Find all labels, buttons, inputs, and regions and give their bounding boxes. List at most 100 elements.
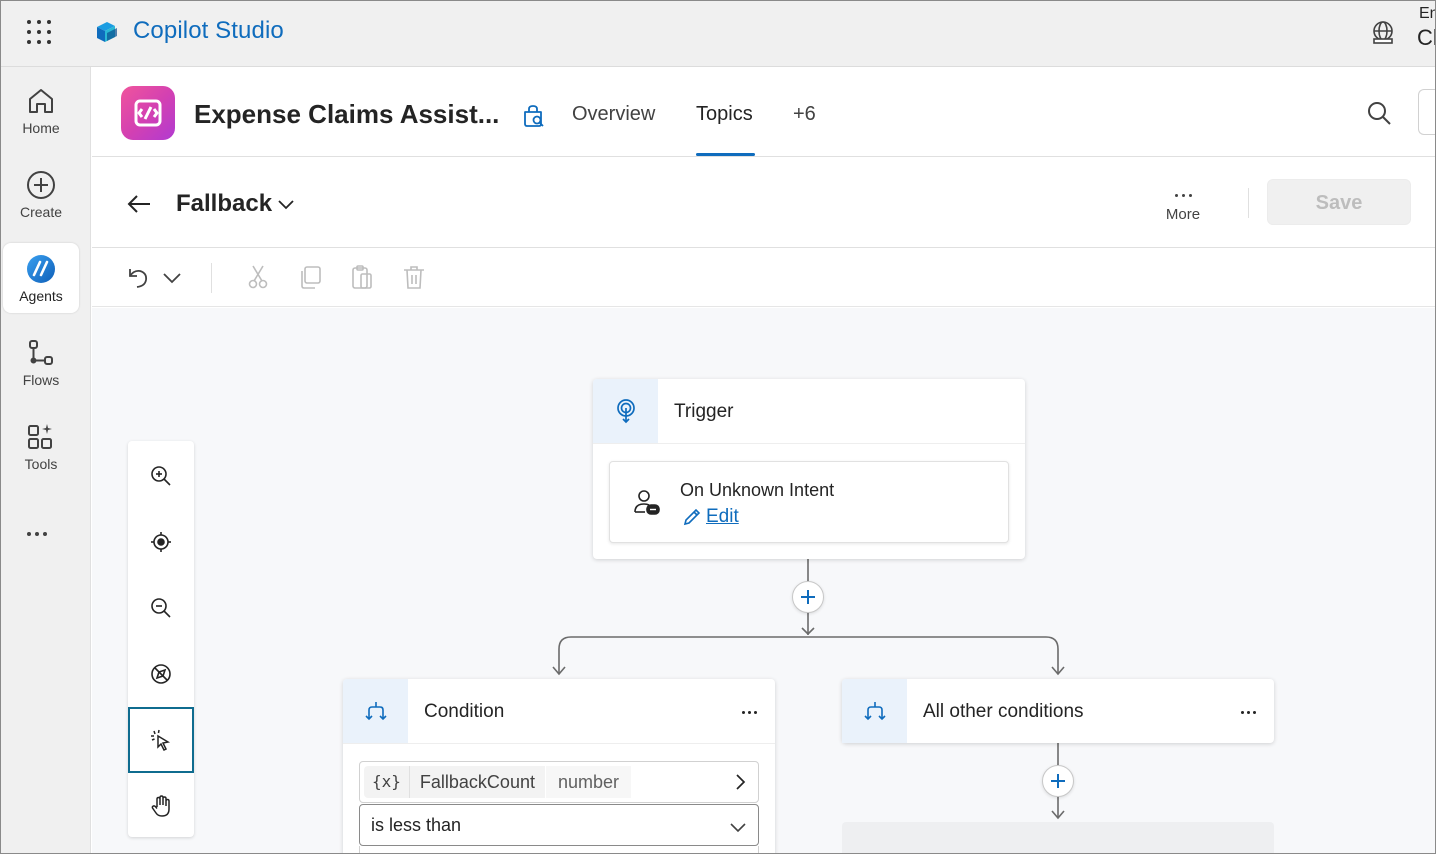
flow-icon xyxy=(29,340,53,365)
editor-toolbar xyxy=(92,249,1435,307)
save-button[interactable]: Save xyxy=(1267,179,1411,225)
app-window: Copilot Studio En Cl Home Create xyxy=(0,0,1436,854)
more-horizontal-icon xyxy=(1152,184,1214,198)
add-node-button[interactable] xyxy=(1042,765,1074,797)
nav-home[interactable]: Home xyxy=(3,75,79,145)
condition-variable-picker[interactable]: {x} FallbackCount number xyxy=(359,761,759,803)
edit-link[interactable]: Edit xyxy=(682,506,739,528)
back-arrow-icon[interactable] xyxy=(126,191,152,217)
chevron-down-icon[interactable] xyxy=(159,263,185,291)
divider xyxy=(211,263,212,293)
search-icon[interactable] xyxy=(1366,100,1392,126)
agent-avatar xyxy=(121,86,175,140)
recenter-icon xyxy=(151,532,171,552)
paste-icon[interactable] xyxy=(348,263,376,291)
app-launcher-icon[interactable] xyxy=(25,18,53,46)
operator-value: is less than xyxy=(371,815,462,835)
zoom-out-button[interactable] xyxy=(128,575,194,641)
other-node-header: All other conditions xyxy=(842,679,1274,743)
condition-node-header: Condition xyxy=(343,679,775,743)
minimap-off-icon xyxy=(151,664,171,684)
other-node-icon-area xyxy=(842,679,907,743)
agents-icon xyxy=(27,255,55,283)
tab-overview[interactable]: Overview xyxy=(572,103,655,126)
agent-code-icon xyxy=(134,99,162,127)
app-title: Copilot Studio xyxy=(133,17,284,44)
tab-topics[interactable]: Topics xyxy=(696,103,753,126)
agent-name[interactable]: Expense Claims Assist... xyxy=(194,99,499,130)
branch-icon xyxy=(863,702,886,721)
chevron-down-icon xyxy=(730,823,746,833)
trigger-icon xyxy=(616,399,635,424)
divider xyxy=(343,743,775,744)
value-input[interactable] xyxy=(359,846,759,853)
agent-settings-icon[interactable] xyxy=(520,103,546,129)
more-button[interactable]: More xyxy=(1152,180,1214,230)
nav-tools[interactable]: Tools xyxy=(3,411,79,481)
add-node-button[interactable] xyxy=(792,581,824,613)
tab-overflow[interactable]: +6 xyxy=(793,103,816,126)
delete-icon[interactable] xyxy=(400,263,428,291)
nav-home-label: Home xyxy=(22,120,60,136)
more-label: More xyxy=(1165,206,1201,223)
condition-node-icon-area xyxy=(343,679,408,743)
topic-header: Fallback More Save xyxy=(92,158,1435,248)
plus-icon xyxy=(801,590,815,604)
zoom-controls xyxy=(128,441,194,837)
home-icon xyxy=(29,89,53,113)
minimap-toggle-button[interactable] xyxy=(128,641,194,707)
variable-pill: {x} FallbackCount number xyxy=(364,766,631,798)
all-other-conditions-node[interactable]: All other conditions xyxy=(842,679,1274,743)
copy-icon[interactable] xyxy=(296,263,324,291)
nav-tools-label: Tools xyxy=(24,456,58,472)
trigger-node-icon-area xyxy=(593,379,658,443)
environment-name[interactable]: Cl xyxy=(1417,25,1435,51)
select-mode-button[interactable] xyxy=(128,707,194,773)
trigger-node[interactable]: Trigger On Unknown Intent Edit xyxy=(593,379,1025,559)
pan-mode-button[interactable] xyxy=(128,773,194,839)
other-node-title: All other conditions xyxy=(923,701,1084,722)
tools-icon xyxy=(28,424,52,449)
condition-node-title: Condition xyxy=(424,701,505,722)
environment-label[interactable]: En xyxy=(1419,5,1435,23)
top-bar: Copilot Studio En Cl xyxy=(1,1,1435,67)
divider xyxy=(593,443,1025,444)
variable-token-icon: {x} xyxy=(364,766,410,798)
nav-create[interactable]: Create xyxy=(3,159,79,229)
nav-flows-label: Flows xyxy=(22,372,60,388)
nav-agents[interactable]: Agents xyxy=(3,243,79,313)
divider xyxy=(1248,188,1249,218)
operator-select[interactable]: is less than xyxy=(359,804,759,846)
more-horizontal-icon[interactable] xyxy=(1236,701,1260,715)
condition-node[interactable]: Condition {x} FallbackCount number is le… xyxy=(343,679,775,853)
copilot-studio-logo-icon xyxy=(97,22,117,42)
cut-icon[interactable] xyxy=(244,263,272,291)
authoring-canvas[interactable]: Trigger On Unknown Intent Edit Condition… xyxy=(92,308,1435,853)
pencil-icon xyxy=(683,508,701,526)
more-horizontal-icon[interactable] xyxy=(737,701,761,715)
select-pointer-icon xyxy=(151,729,171,752)
edit-link-label: Edit xyxy=(706,506,739,527)
nav-create-label: Create xyxy=(19,204,63,220)
nav-flows[interactable]: Flows xyxy=(3,327,79,397)
branch-icon xyxy=(364,702,387,721)
environment-globe-icon[interactable] xyxy=(1369,19,1397,47)
test-panel-toggle[interactable] xyxy=(1418,89,1435,135)
tab-selected-indicator xyxy=(696,153,755,156)
topic-name[interactable]: Fallback xyxy=(176,190,272,218)
trigger-node-header: Trigger xyxy=(593,379,1025,443)
more-horizontal-icon[interactable] xyxy=(25,523,55,537)
plus-icon xyxy=(1051,774,1065,788)
trigger-node-title: Trigger xyxy=(674,401,734,422)
agent-header: Expense Claims Assist... Overview Topics… xyxy=(92,67,1435,157)
trigger-intent-card[interactable]: On Unknown Intent Edit xyxy=(609,461,1009,543)
chevron-right-icon[interactable] xyxy=(730,772,750,792)
variable-name: FallbackCount xyxy=(410,766,546,798)
left-nav-rail: Home Create Agents Flows Tools xyxy=(1,67,91,853)
zoom-in-button[interactable] xyxy=(128,443,194,509)
pan-hand-icon xyxy=(151,795,170,817)
recenter-button[interactable] xyxy=(128,509,194,575)
unknown-intent-icon xyxy=(634,490,660,515)
chevron-down-icon[interactable] xyxy=(276,194,296,214)
undo-icon[interactable] xyxy=(124,263,152,291)
